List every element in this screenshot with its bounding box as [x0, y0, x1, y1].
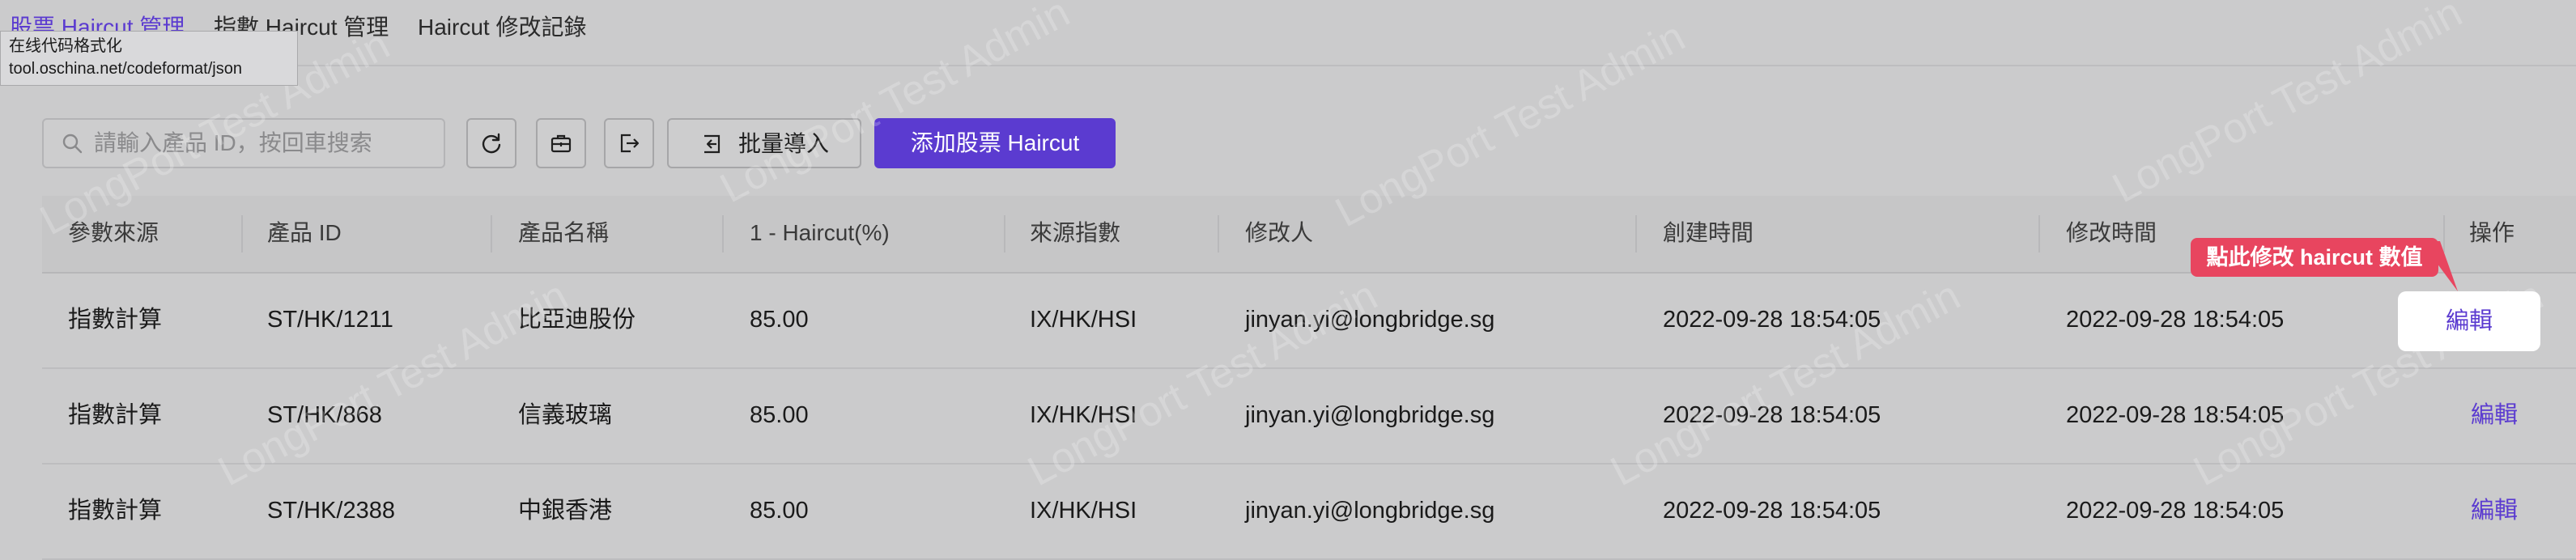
- cell-product-name: 中銀香港: [518, 498, 613, 524]
- add-stock-haircut-label: 添加股票 Haircut: [910, 130, 1080, 155]
- highlighted-edit-button[interactable]: 編輯: [2398, 291, 2540, 351]
- column-divider: [491, 215, 492, 252]
- add-stock-haircut-button[interactable]: 添加股票 Haircut: [874, 118, 1116, 168]
- briefcase-icon: [550, 134, 572, 153]
- column-divider: [241, 215, 243, 252]
- header-source-index: 來源指數: [1030, 220, 1121, 245]
- cell-product-name: 信義玻璃: [518, 402, 613, 428]
- table-row: 指數計算 ST/HK/868 信義玻璃 85.00 IX/HK/HSI jiny…: [42, 369, 2576, 465]
- edit-link[interactable]: 編輯: [2471, 398, 2518, 432]
- import-icon: [704, 134, 721, 154]
- edit-hint-text: 點此修改 haircut 數值: [2206, 245, 2423, 269]
- search-input[interactable]: [94, 120, 434, 167]
- cell-source-index: IX/HK/HSI: [1030, 402, 1137, 428]
- header-param-source: 參數來源: [68, 220, 159, 245]
- bulk-import-label: 批量導入: [738, 131, 830, 156]
- product-search-box[interactable]: [42, 118, 445, 168]
- header-modifier: 修改人: [1245, 220, 1314, 245]
- cell-source-index: IX/HK/HSI: [1030, 307, 1137, 333]
- url-tooltip: 在线代码格式化 tool.oschina.net/codeformat/json: [0, 31, 298, 86]
- export-icon: [620, 134, 640, 153]
- cell-haircut: 85.00: [750, 307, 809, 333]
- cell-param-source: 指數計算: [68, 402, 163, 428]
- cell-source-index: IX/HK/HSI: [1030, 498, 1137, 524]
- cell-param-source: 指數計算: [68, 498, 163, 524]
- edit-link[interactable]: 編輯: [2471, 494, 2518, 528]
- cell-product-id: ST/HK/2388: [267, 498, 395, 524]
- header-product-name: 產品名稱: [518, 220, 610, 245]
- column-divider: [2038, 215, 2040, 252]
- column-divider: [722, 215, 724, 252]
- cell-modified-time: 2022-09-28 18:54:05: [2066, 402, 2285, 428]
- top-tab-bar: 股票 Haircut 管理 指數 Haircut 管理 Haircut 修改記錄: [0, 0, 2576, 66]
- cell-modified-time: 2022-09-28 18:54:05: [2066, 498, 2285, 524]
- column-divider: [1218, 215, 1219, 252]
- cell-param-source: 指數計算: [68, 307, 163, 333]
- header-modified-time: 修改時間: [2066, 220, 2157, 245]
- header-product-id: 產品 ID: [267, 220, 342, 245]
- column-divider: [1635, 215, 1637, 252]
- refresh-icon: [482, 133, 501, 154]
- header-haircut: 1 - Haircut(%): [750, 220, 890, 245]
- table-row: 指數計算 ST/HK/1211 比亞迪股份 85.00 IX/HK/HSI ji…: [42, 274, 2576, 369]
- cell-created-time: 2022-09-28 18:54:05: [1663, 498, 1881, 524]
- cell-haircut: 85.00: [750, 402, 809, 428]
- refresh-button[interactable]: [466, 118, 516, 168]
- cell-product-name: 比亞迪股份: [518, 307, 636, 333]
- cell-product-id: ST/HK/868: [267, 402, 382, 428]
- export-button[interactable]: [604, 118, 654, 168]
- url-tooltip-url: tool.oschina.net/codeformat/json: [9, 60, 242, 78]
- cell-haircut: 85.00: [750, 498, 809, 524]
- header-actions: 操作: [2469, 220, 2515, 245]
- tab-haircut-history[interactable]: Haircut 修改記錄: [418, 11, 586, 44]
- table-row: 指數計算 ST/HK/2388 中銀香港 85.00 IX/HK/HSI jin…: [42, 465, 2576, 560]
- toolbox-button[interactable]: [536, 118, 586, 168]
- cell-created-time: 2022-09-28 18:54:05: [1663, 402, 1881, 428]
- search-icon: [62, 134, 83, 154]
- callout-pointer-icon: [2421, 241, 2458, 291]
- cell-modified-time: 2022-09-28 18:54:05: [2066, 307, 2285, 333]
- edit-link[interactable]: 編輯: [2398, 304, 2540, 338]
- column-divider: [1004, 215, 1005, 252]
- cell-product-id: ST/HK/1211: [267, 307, 393, 333]
- cell-modifier: jinyan.yi@longbridge.sg: [1245, 498, 1495, 524]
- header-created-time: 創建時間: [1663, 220, 1754, 245]
- bulk-import-button[interactable]: 批量導入: [667, 118, 861, 168]
- cell-created-time: 2022-09-28 18:54:05: [1663, 307, 1881, 333]
- url-tooltip-title: 在线代码格式化: [9, 37, 122, 55]
- cell-modifier: jinyan.yi@longbridge.sg: [1245, 402, 1495, 428]
- edit-hint-callout: 點此修改 haircut 數值: [2191, 238, 2438, 277]
- cell-modifier: jinyan.yi@longbridge.sg: [1245, 307, 1495, 333]
